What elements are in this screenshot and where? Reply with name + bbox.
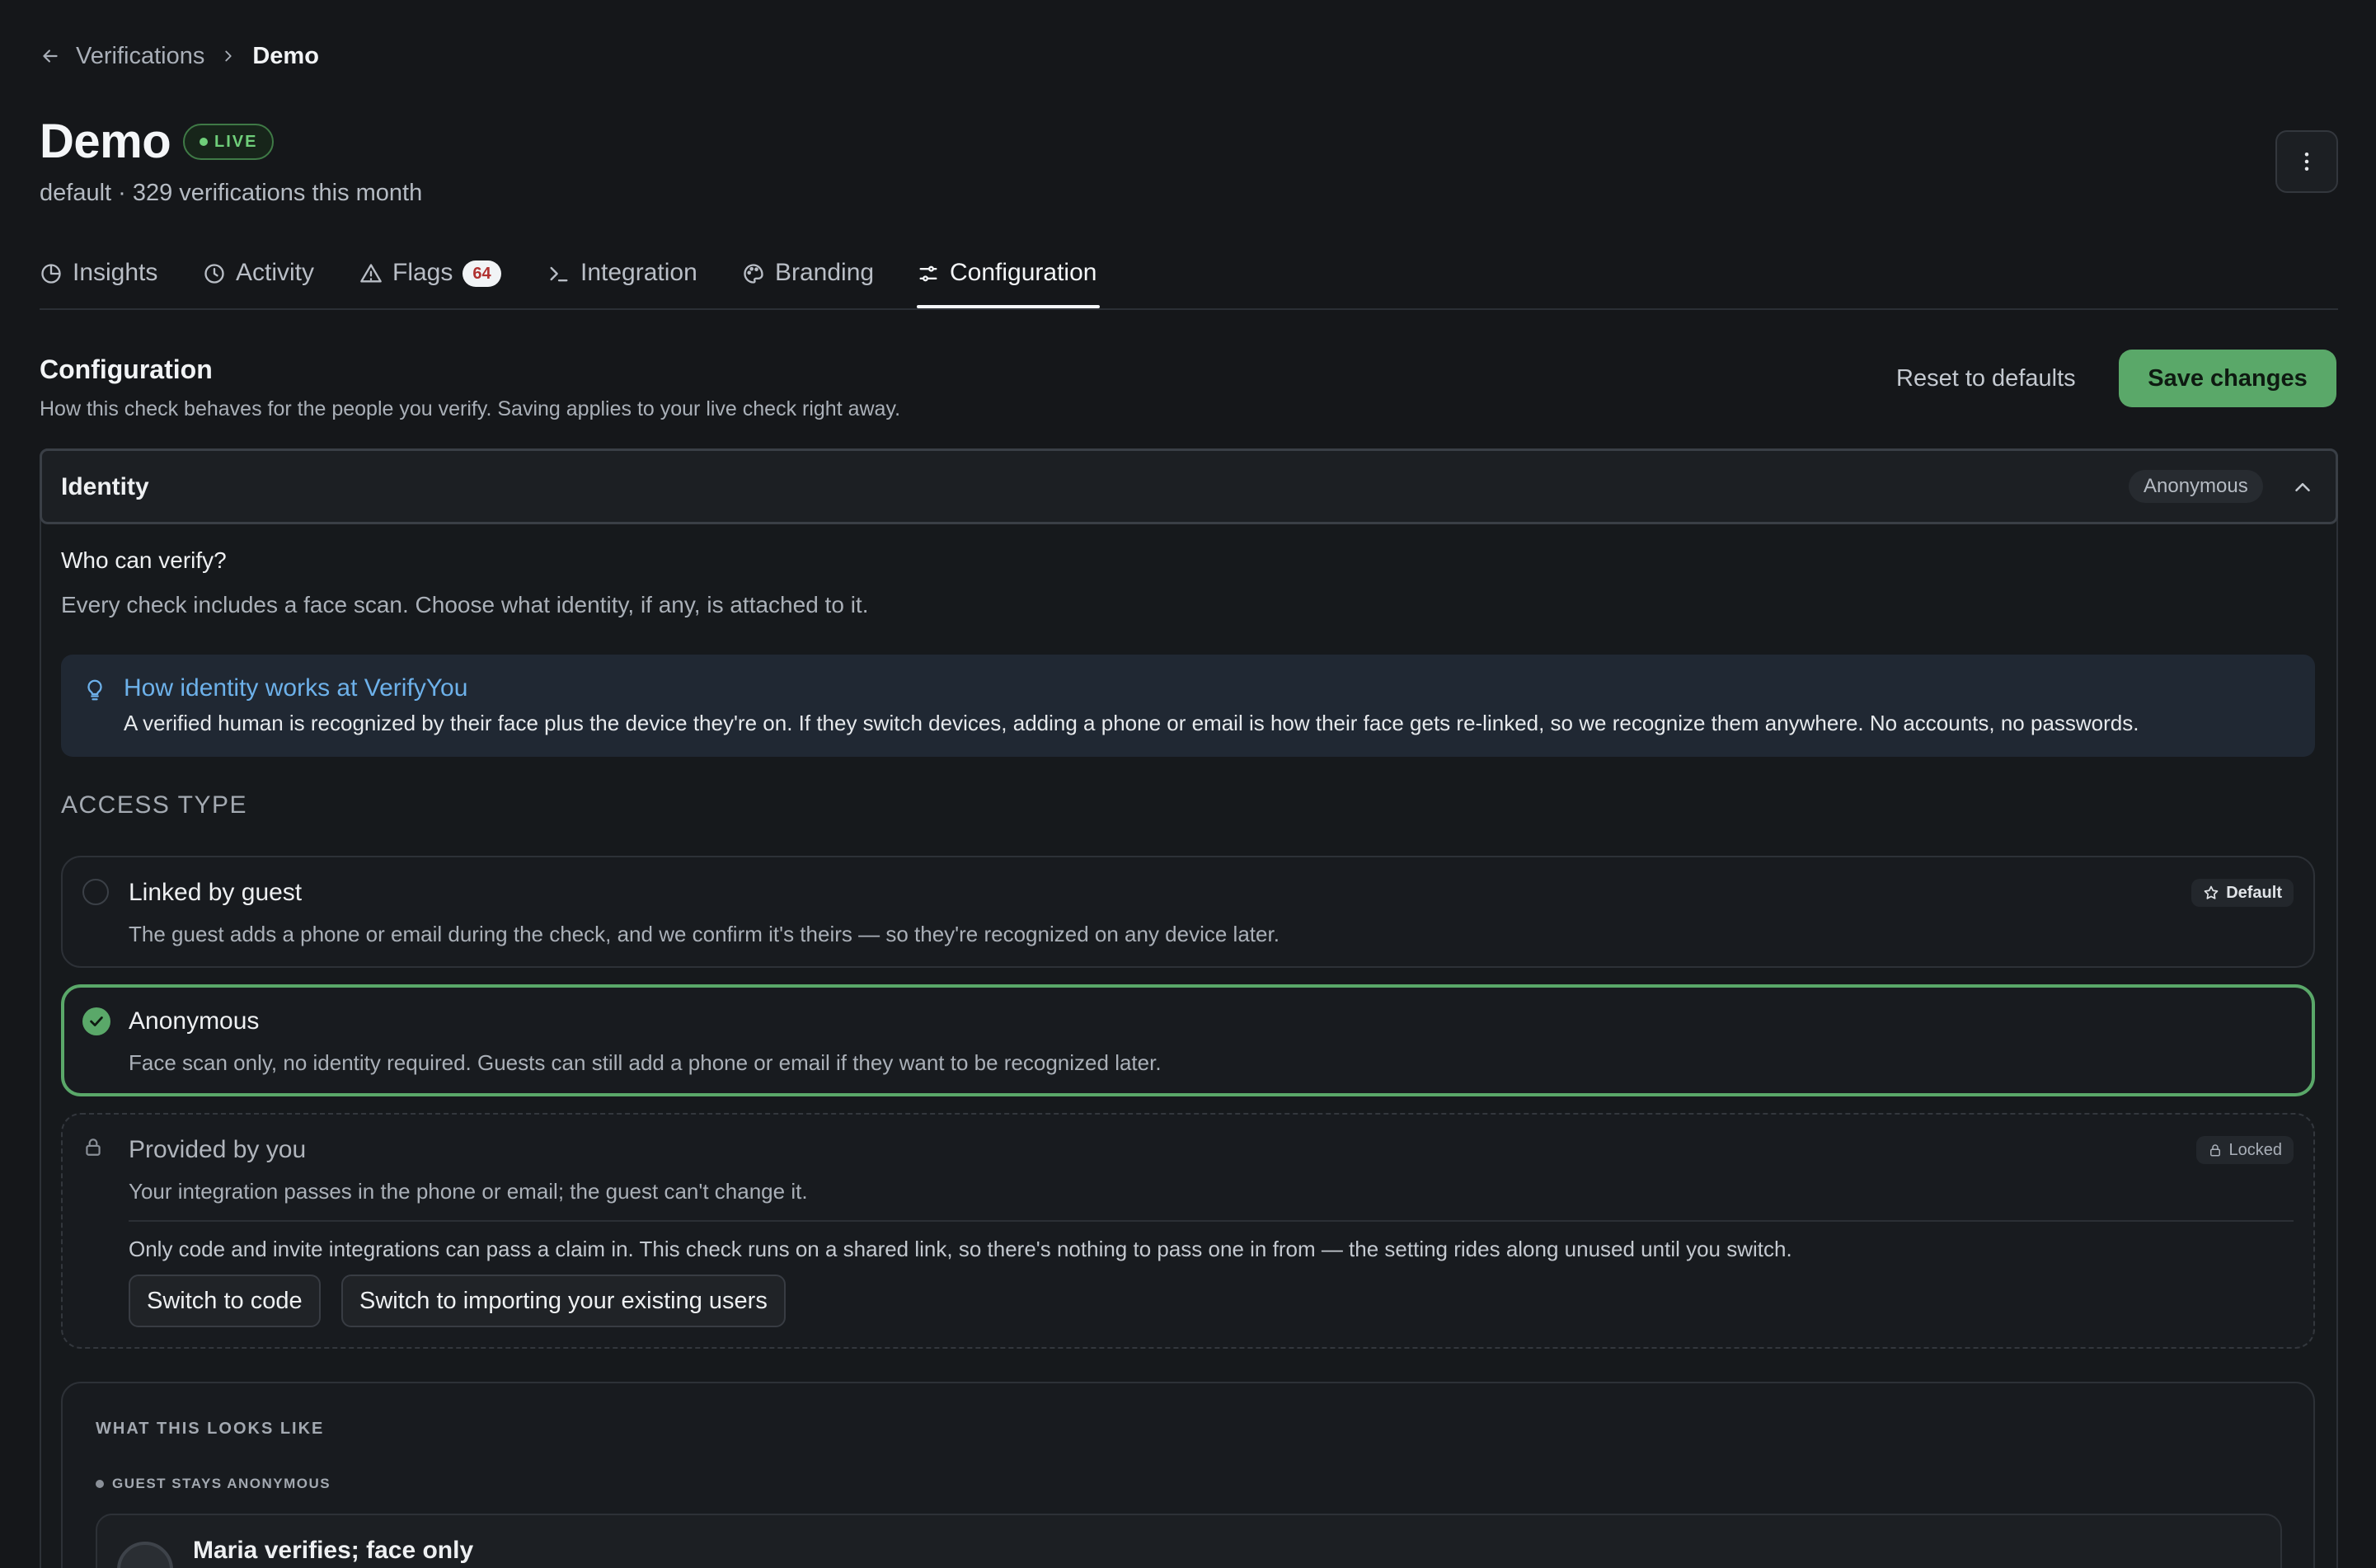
vertical-dots-icon [2304,153,2309,171]
tab-branding[interactable]: Branding [742,247,874,310]
default-badge: Default [2191,879,2294,907]
preview-card-title: Maria verifies; face only [193,1537,474,1564]
access-option-linked-by-guest[interactable]: Linked by guest The guest adds a phone o… [61,856,2315,968]
clock-icon [204,264,224,284]
save-changes-button[interactable]: Save changes [2119,350,2336,407]
breadcrumb: Verifications Demo [40,40,319,73]
tab-bar: Insights Activity Flags 64 Integration B… [40,247,2338,310]
access-option-provided-by-you: Provided by you Your integration passes … [61,1113,2315,1349]
active-tab-indicator [917,305,1100,308]
radio-checked-icon[interactable] [82,1007,110,1035]
tab-integration[interactable]: Integration [547,247,697,310]
page-title: Demo [40,115,171,168]
bullet-dot-icon [96,1480,104,1488]
section-description: How this check behaves for the people yo… [40,397,901,420]
option-title: Linked by guest [129,879,303,906]
identity-title: Identity [61,473,149,500]
status-badge: LIVE [183,124,275,160]
preview-scenario: GUEST STAYS ANONYMOUS [96,1476,331,1492]
lock-icon [82,1136,104,1157]
flags-count-badge: 64 [463,261,501,287]
tab-label: Configuration [950,259,1097,286]
locked-badge-label: Locked [2228,1140,2283,1159]
preview-scenario-label: GUEST STAYS ANONYMOUS [112,1476,331,1491]
more-options-button[interactable] [2275,130,2338,193]
divider [129,1220,2294,1222]
tab-activity[interactable]: Activity [203,247,314,310]
status-badge-label: LIVE [214,132,258,151]
tab-label: Insights [73,259,158,286]
palette-icon [744,264,763,284]
tab-insights[interactable]: Insights [40,247,157,310]
default-badge-label: Default [2226,883,2282,902]
star-icon [2204,885,2219,899]
identity-info-callout [61,655,2315,757]
info-callout-text: A verified human is recognized by their … [124,711,2139,735]
preview-label: WHAT THIS LOOKS LIKE [96,1420,325,1438]
reset-to-defaults-button[interactable]: Reset to defaults [1873,350,2099,407]
breadcrumb-current: Demo [252,42,319,69]
locked-badge: Locked [2195,1136,2294,1164]
tab-label: Activity [236,259,315,286]
tab-label: Flags [392,259,453,286]
identity-current-value-pill: Anonymous [2129,470,2263,503]
switch-to-import-users-button[interactable]: Switch to importing your existing users [341,1275,786,1327]
page-subtitle: default · 329 verifications this month [40,180,423,206]
tab-configuration[interactable]: Configuration [917,247,1096,310]
option-title: Provided by you [129,1136,307,1163]
option-title: Anonymous [129,1007,260,1035]
who-can-verify-description: Every check includes a face scan. Choose… [61,592,869,617]
radio-unchecked[interactable] [82,879,109,905]
option-description: Your integration passes in the phone or … [129,1179,808,1204]
option-description: Face scan only, no identity required. Gu… [129,1050,1162,1075]
option-description: The guest adds a phone or email during t… [129,922,1280,946]
sliders-icon [919,265,937,282]
access-type-label: ACCESS TYPE [61,791,248,819]
info-callout-title: How identity works at VerifyYou [124,674,468,702]
terminal-icon [550,266,568,282]
switch-to-code-button[interactable]: Switch to code [129,1275,321,1327]
pie-chart-icon [41,264,61,284]
back-arrow-icon[interactable] [40,45,61,67]
warning-triangle-icon [360,264,382,283]
breadcrumb-verifications-link[interactable]: Verifications [76,43,204,70]
who-can-verify-heading: Who can verify? [61,547,227,573]
live-dot-icon [200,138,208,146]
section-title: Configuration [40,354,213,384]
chevron-right-icon [219,47,237,65]
tab-label: Integration [580,259,697,286]
chevron-up-icon[interactable] [2290,475,2315,500]
lightbulb-icon [82,676,107,704]
identity-panel-header[interactable] [40,448,2338,524]
locked-option-note: Only code and invite integrations can pa… [129,1237,1792,1261]
tab-label: Branding [775,259,875,286]
tab-flags[interactable]: Flags 64 [359,247,501,310]
access-option-anonymous[interactable]: Anonymous Face scan only, no identity re… [61,984,2315,1096]
lock-icon [2209,1144,2220,1157]
